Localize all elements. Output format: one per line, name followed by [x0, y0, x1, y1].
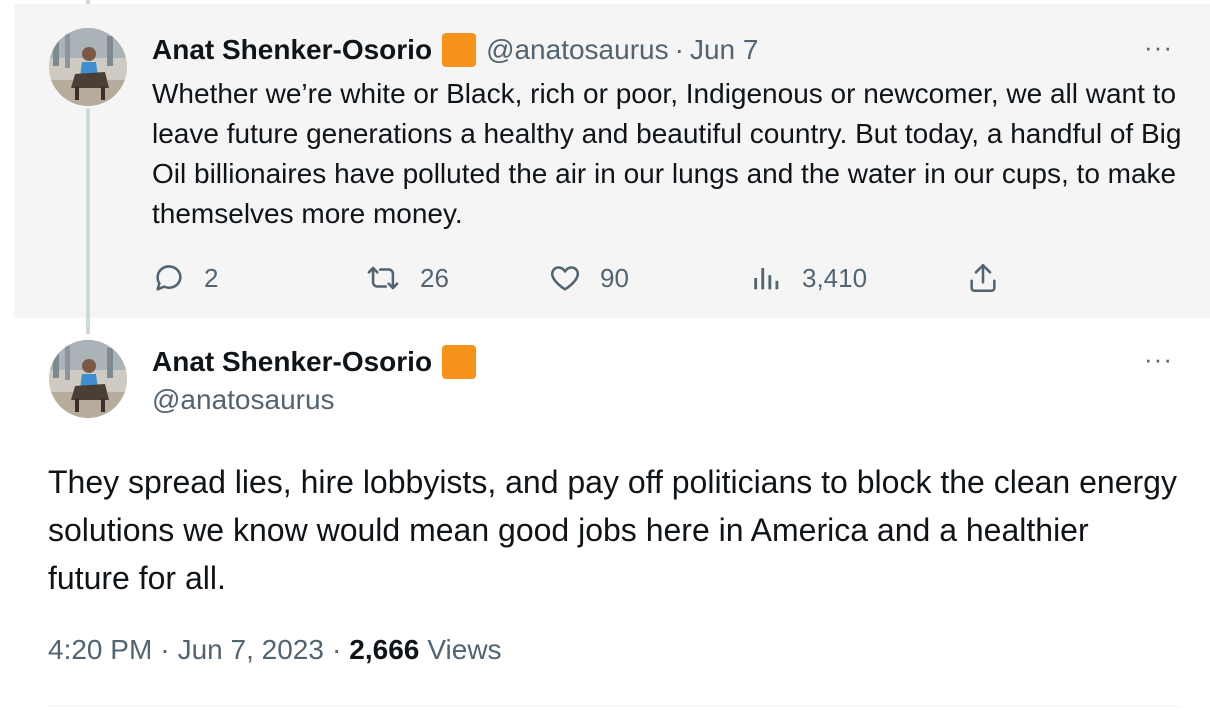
divider: [48, 706, 1180, 707]
reply-icon: [156, 265, 182, 291]
author-handle[interactable]: @anatosaurus: [152, 384, 335, 416]
retweet-icon: [367, 266, 399, 290]
tweet-text: Whether we’re white or Black, rich or po…: [152, 78, 1182, 229]
author-name[interactable]: Anat Shenker-Osorio: [152, 346, 432, 378]
reply-button[interactable]: 2: [152, 258, 218, 298]
author-handle[interactable]: @anatosaurus: [486, 34, 669, 66]
tweet-date[interactable]: Jun 7, 2023: [178, 634, 324, 666]
views-count: 3,410: [802, 262, 868, 293]
tweet-actions: 2 26 90 3,410: [152, 258, 1032, 298]
more-icon[interactable]: ···: [1144, 34, 1173, 60]
views-label: Views: [427, 634, 502, 665]
more-icon[interactable]: ···: [1144, 346, 1173, 372]
main-tweet: Anat Shenker-Osorio @anatosaurus ··· The…: [0, 318, 1210, 710]
retweet-button[interactable]: 26: [364, 258, 449, 298]
reply-count: 2: [204, 262, 219, 293]
thread-connector: [86, 108, 90, 334]
share-button[interactable]: [966, 258, 1018, 298]
share-icon: [970, 263, 996, 293]
parent-tweet[interactable]: Anat Shenker-Osorio @anatosaurus · Jun 7…: [14, 4, 1210, 334]
verified-badge-icon: [442, 345, 477, 379]
like-button[interactable]: 90: [548, 258, 629, 298]
separator: ·: [160, 634, 170, 665]
verified-badge-icon: [442, 33, 477, 67]
tweet-text: They spread lies, hire lobbyists, and pa…: [48, 464, 1177, 596]
avatar[interactable]: [49, 340, 127, 418]
like-count: 90: [600, 262, 629, 293]
like-icon: [550, 266, 580, 291]
tweet-meta: 4:20 PM · Jun 7, 2023 · 2,666 Views: [48, 634, 502, 666]
retweet-count: 26: [420, 262, 449, 293]
avatar[interactable]: [49, 28, 127, 106]
author-name[interactable]: Anat Shenker-Osorio: [152, 34, 432, 66]
separator: ·: [331, 634, 342, 665]
views-count[interactable]: 2,666: [349, 634, 419, 666]
views-button[interactable]: 3,410: [750, 258, 867, 298]
separator: ·: [674, 34, 684, 65]
tweet-date[interactable]: Jun 7: [690, 34, 759, 66]
parent-tweet-header: Anat Shenker-Osorio @anatosaurus · Jun 7: [152, 32, 758, 68]
tweet-time[interactable]: 4:20 PM: [48, 634, 152, 666]
views-icon: [754, 268, 779, 290]
main-tweet-header: Anat Shenker-Osorio: [152, 342, 486, 382]
